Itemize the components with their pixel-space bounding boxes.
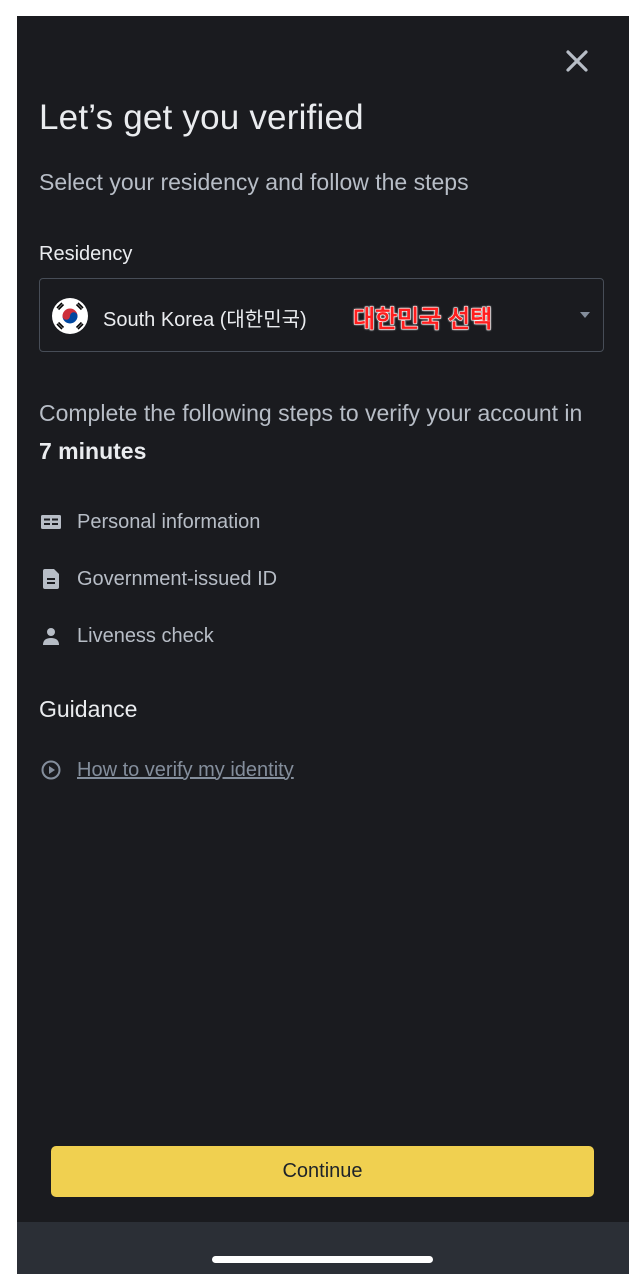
steps-intro-text: Complete the following steps to verify y… [39,400,583,426]
step-label: Government-issued ID [77,567,278,590]
residency-selected-value: South Korea (대한민국) [103,309,307,331]
bottom-bar [17,1222,629,1274]
step-label: Liveness check [77,624,214,647]
continue-button[interactable]: Continue [51,1146,594,1197]
step-liveness-check: Liveness check [39,624,214,648]
play-circle-icon [39,758,63,782]
person-icon [39,624,63,648]
step-government-id: Government-issued ID [39,567,277,591]
south-korea-flag-icon [52,298,88,334]
home-indicator[interactable] [212,1256,433,1263]
how-to-verify-link[interactable]: How to verify my identity [39,758,294,782]
verification-screen: Let’s get you verified Select your resid… [17,16,629,1274]
id-card-icon [39,510,63,534]
chevron-down-icon [580,312,590,318]
document-icon [39,567,63,591]
residency-label: Residency [39,243,133,265]
page-subtitle: Select your residency and follow the ste… [39,169,469,195]
page-title: Let’s get you verified [39,98,364,137]
residency-select[interactable]: South Korea (대한민국) 대한민국 선택 [39,278,604,352]
step-label: Personal information [77,510,261,533]
close-icon [566,50,588,72]
close-button[interactable] [562,46,592,76]
steps-duration: 7 minutes [39,438,147,464]
how-to-verify-link-label: How to verify my identity [77,758,294,781]
steps-intro: Complete the following steps to verify y… [39,394,599,470]
step-personal-information: Personal information [39,510,260,534]
selection-annotation: 대한민국 선택 [352,306,493,334]
guidance-heading: Guidance [39,696,138,722]
